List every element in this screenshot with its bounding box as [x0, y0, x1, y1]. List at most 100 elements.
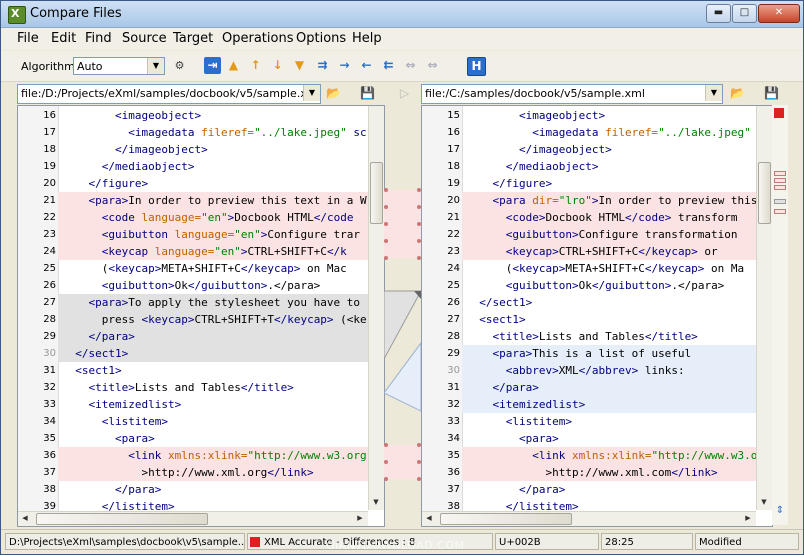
- right-code-line[interactable]: 21 <code>Docbook HTML</code> transform: [422, 209, 756, 226]
- save-icon[interactable]: 💾: [763, 85, 780, 102]
- left-hscroll-thumb[interactable]: [36, 513, 208, 525]
- left-horizontal-scrollbar[interactable]: ◀ ▶: [18, 511, 368, 526]
- right-code-line[interactable]: 32 <itemizedlist>: [422, 396, 756, 413]
- scroll-down-arrow-icon[interactable]: ▼: [759, 498, 769, 506]
- save-icon[interactable]: 💾: [359, 85, 376, 102]
- right-code-line[interactable]: 30 <abbrev>XML</abbrev> links:: [422, 362, 756, 379]
- right-code-line[interactable]: 22 <guibutton>Configure transformation: [422, 226, 756, 243]
- previous-difference-icon[interactable]: ↑: [247, 57, 264, 74]
- left-code-line[interactable]: 27 <para>To apply the stylesheet you hav…: [18, 294, 368, 311]
- maximize-button[interactable]: □: [732, 4, 757, 23]
- right-code-line[interactable]: 25 <guibutton>Ok</guibutton>.</para>: [422, 277, 756, 294]
- right-code-line[interactable]: 27 <sect1>: [422, 311, 756, 328]
- right-code-line[interactable]: 16 <imagedata fileref="../lake.jpeg" s: [422, 124, 756, 141]
- left-code-line[interactable]: 30 </sect1>: [18, 345, 368, 362]
- close-button[interactable]: ✕: [758, 4, 800, 23]
- right-code-line[interactable]: 29 <para>This is a list of useful: [422, 345, 756, 362]
- left-code-line[interactable]: 24 <keycap language="en">CTRL+SHIFT+C</k: [18, 243, 368, 260]
- previous-difference-block-icon[interactable]: ▲: [225, 57, 242, 74]
- left-code-line[interactable]: 25 (<keycap>META+SHIFT+C</keycap> on Mac: [18, 260, 368, 277]
- help-icon[interactable]: H: [467, 57, 486, 76]
- right-vscroll-thumb[interactable]: [758, 162, 771, 224]
- right-code-line[interactable]: 33 <listitem>: [422, 413, 756, 430]
- left-editor[interactable]: 16 <imageobject> 17 <imagedata fileref=".…: [17, 105, 385, 527]
- diff-marker[interactable]: [774, 185, 786, 190]
- menu-source[interactable]: Source: [122, 31, 167, 46]
- copy-all-to-right-icon[interactable]: ⇉: [314, 57, 331, 74]
- diff-marker[interactable]: [774, 171, 786, 176]
- difference-overview-ruler[interactable]: ⇕: [772, 105, 788, 525]
- right-code-line[interactable]: 24 (<keycap>META+SHIFT+C</keycap> on Ma: [422, 260, 756, 277]
- left-code-line[interactable]: 32 <title>Lists and Tables</title>: [18, 379, 368, 396]
- left-code-line[interactable]: 20 </figure>: [18, 175, 368, 192]
- left-code-line[interactable]: 37 >http://www.xml.org</link>: [18, 464, 368, 481]
- navigate-differences-icon[interactable]: ⇕: [772, 505, 788, 516]
- algorithm-settings-icon[interactable]: ⚙: [171, 57, 188, 74]
- right-code-line[interactable]: 28 <title>Lists and Tables</title>: [422, 328, 756, 345]
- left-code-line[interactable]: 38 </para>: [18, 481, 368, 498]
- right-code-line[interactable]: 17 </imageobject>: [422, 141, 756, 158]
- right-code-line[interactable]: 23 <keycap>CTRL+SHIFT+C</keycap> or: [422, 243, 756, 260]
- right-code-line[interactable]: 31 </para>: [422, 379, 756, 396]
- left-file-path-combo[interactable]: file:/D:/Projects/eXml/samples/docbook/v…: [17, 84, 321, 104]
- left-code-line[interactable]: 22 <code language="en">Docbook HTML</cod…: [18, 209, 368, 226]
- menu-help[interactable]: Help: [352, 31, 382, 46]
- left-code-line[interactable]: 17 <imagedata fileref="../lake.jpeg" sc: [18, 124, 368, 141]
- left-code-line[interactable]: 33 <itemizedlist>: [18, 396, 368, 413]
- right-file-path-combo[interactable]: file:/C:/samples/docbook/v5/sample.xml ▼: [421, 84, 723, 104]
- scroll-right-arrow-icon[interactable]: ▶: [356, 514, 364, 522]
- open-folder-icon[interactable]: 📂: [325, 85, 342, 102]
- left-vscroll-thumb[interactable]: [370, 162, 383, 224]
- menu-file[interactable]: File: [17, 31, 39, 46]
- next-difference-icon[interactable]: ↓: [269, 57, 286, 74]
- right-code-line[interactable]: 35 <link xmlns:xlink="http://www.w3.o: [422, 447, 756, 464]
- left-code-line[interactable]: 29 </para>: [18, 328, 368, 345]
- diff-marker[interactable]: [774, 209, 786, 214]
- left-code-line[interactable]: 34 <listitem>: [18, 413, 368, 430]
- right-code-line[interactable]: 26 </sect1>: [422, 294, 756, 311]
- right-code-line[interactable]: 37 </para>: [422, 481, 756, 498]
- copy-change-to-left-icon[interactable]: ←: [358, 57, 375, 74]
- menu-find[interactable]: Find: [85, 31, 112, 46]
- menu-options[interactable]: Options: [296, 31, 346, 46]
- left-code-line[interactable]: 19 </mediaobject>: [18, 158, 368, 175]
- scroll-down-arrow-icon[interactable]: ▼: [371, 498, 381, 506]
- diff-marker[interactable]: [774, 178, 786, 183]
- menu-target[interactable]: Target: [173, 31, 213, 46]
- scroll-left-arrow-icon[interactable]: ◀: [425, 514, 433, 522]
- left-code-line[interactable]: 18 </imageobject>: [18, 141, 368, 158]
- right-horizontal-scrollbar[interactable]: ◀ ▶: [422, 511, 756, 526]
- left-code-line[interactable]: 28 press <keycap>CTRL+SHIFT+T</keycap> (…: [18, 311, 368, 328]
- merge-left-icon[interactable]: ⇔: [424, 57, 441, 74]
- menu-operations[interactable]: Operations: [222, 31, 293, 46]
- left-code-line[interactable]: 21 <para>In order to preview this text i…: [18, 192, 368, 209]
- minimize-button[interactable]: ▬: [706, 4, 731, 23]
- copy-all-to-left-icon[interactable]: ⇇: [380, 57, 397, 74]
- right-code-line[interactable]: 18 </mediaobject>: [422, 158, 756, 175]
- left-code-line[interactable]: 31 <sect1>: [18, 362, 368, 379]
- diff-marker[interactable]: [774, 199, 786, 204]
- scroll-left-arrow-icon[interactable]: ◀: [21, 514, 29, 522]
- copy-change-to-right-icon[interactable]: →: [336, 57, 353, 74]
- last-difference-icon[interactable]: ▼: [291, 57, 308, 74]
- next-difference-icon[interactable]: ⇥: [204, 57, 221, 74]
- algorithm-select[interactable]: Auto ▼: [73, 57, 165, 75]
- right-code-line[interactable]: 20 <para dir="lro">In order to preview t…: [422, 192, 756, 209]
- right-vertical-scrollbar[interactable]: ▼: [756, 106, 772, 510]
- scroll-right-arrow-icon[interactable]: ▶: [744, 514, 752, 522]
- left-vertical-scrollbar[interactable]: ▼: [368, 106, 384, 510]
- right-code-line[interactable]: 15 <imageobject>: [422, 107, 756, 124]
- left-code-line[interactable]: 23 <guibutton language="en">Configure tr…: [18, 226, 368, 243]
- left-code-line[interactable]: 35 <para>: [18, 430, 368, 447]
- menu-edit[interactable]: Edit: [51, 31, 76, 46]
- left-code-line[interactable]: 16 <imageobject>: [18, 107, 368, 124]
- open-folder-icon[interactable]: 📂: [729, 85, 746, 102]
- merge-right-icon[interactable]: ⇔: [402, 57, 419, 74]
- right-editor[interactable]: 15 <imageobject> 16 <imagedata fileref=".…: [421, 105, 773, 527]
- left-code-line[interactable]: 26 <guibutton>Ok</guibutton>.</para>: [18, 277, 368, 294]
- right-code-line[interactable]: 19 </figure>: [422, 175, 756, 192]
- right-code-line[interactable]: 36 >http://www.xml.com</link>: [422, 464, 756, 481]
- right-code-line[interactable]: 34 <para>: [422, 430, 756, 447]
- right-hscroll-thumb[interactable]: [440, 513, 572, 525]
- left-code-line[interactable]: 36 <link xmlns:xlink="http://www.w3.org: [18, 447, 368, 464]
